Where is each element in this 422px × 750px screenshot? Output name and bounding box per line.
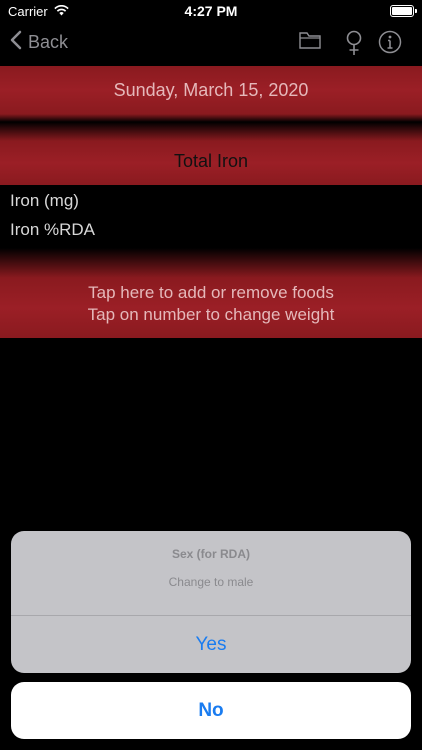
female-symbol-icon[interactable] — [344, 30, 364, 61]
date-header[interactable]: Sunday, March 15, 2020 — [0, 66, 422, 114]
nutrient-row-iron-rda[interactable]: Iron %RDA — [10, 217, 95, 246]
folder-icon[interactable] — [299, 30, 321, 55]
fade-divider — [0, 248, 422, 278]
no-button[interactable]: No — [11, 682, 411, 739]
back-button[interactable]: Back — [10, 30, 68, 55]
yes-button[interactable]: Yes — [11, 616, 411, 673]
app-screen: Carrier 4:27 PM Back Sunday, March 15, 2… — [0, 0, 422, 750]
chevron-left-icon — [10, 30, 28, 55]
battery-icon — [390, 5, 417, 17]
action-sheet-message: Change to male — [168, 575, 254, 589]
fade-divider — [0, 114, 422, 122]
nav-bar: Back — [0, 22, 422, 65]
add-foods-banner[interactable]: Tap here to add or remove foods Tap on n… — [0, 278, 422, 338]
info-icon[interactable] — [378, 30, 402, 59]
back-label: Back — [28, 32, 69, 52]
nutrient-list: Iron (mg) Iron %RDA — [10, 188, 95, 246]
nutrient-row-iron-mg[interactable]: Iron (mg) — [10, 188, 95, 217]
status-bar: Carrier 4:27 PM — [0, 0, 422, 22]
instruction-line-1: Tap here to add or remove foods — [88, 283, 334, 302]
section-title: Total Iron — [0, 141, 422, 185]
fade-divider — [0, 122, 422, 141]
action-sheet-title: Sex (for RDA) — [171, 547, 250, 561]
action-sheet: Sex (for RDA) Change to male Yes — [11, 531, 411, 673]
status-time: 4:27 PM — [184, 3, 238, 19]
instruction-line-2: Tap on number to change weight — [87, 305, 335, 324]
